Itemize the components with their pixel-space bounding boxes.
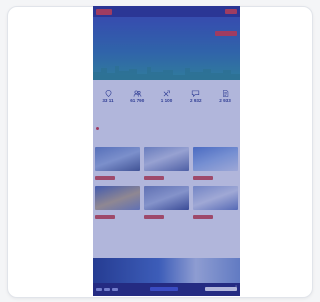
header-cta-button[interactable] (225, 9, 237, 14)
tile-photo (193, 147, 238, 171)
map-pin-icon (105, 90, 111, 97)
tile-button[interactable] (144, 176, 164, 180)
cookie-option-toggle[interactable] (112, 287, 118, 291)
hero-banner (93, 17, 240, 80)
service-tile[interactable] (95, 186, 140, 219)
speech-bubble-icon (192, 90, 200, 97)
stat-value: 1 100 (160, 98, 173, 103)
cookie-accept-button[interactable] (150, 287, 178, 291)
stats-row: 33 11 61 790 1 100 2 932 2 933 (95, 90, 238, 105)
tile-photo (95, 147, 140, 171)
stat-item: 1 100 (154, 90, 180, 105)
tile-photo (95, 186, 140, 210)
tile-button[interactable] (144, 215, 164, 219)
stat-value: 2 933 (219, 98, 231, 103)
service-tile[interactable] (193, 186, 238, 219)
service-tile[interactable] (193, 147, 238, 180)
mobile-page-preview[interactable]: 33 11 61 790 1 100 2 932 2 933 × (93, 6, 240, 296)
stat-item: 2 932 (183, 90, 209, 105)
cookie-settings-button[interactable] (205, 287, 237, 291)
stat-item: 61 790 (124, 90, 150, 105)
tile-button[interactable] (193, 176, 213, 180)
cookie-option-toggle[interactable] (96, 287, 102, 291)
hero-cta-button[interactable] (215, 31, 237, 36)
users-icon (133, 90, 142, 97)
service-tile[interactable] (144, 147, 189, 180)
stat-item: 33 11 (95, 90, 121, 105)
service-tile[interactable] (144, 186, 189, 219)
stat-value: 2 932 (190, 98, 202, 103)
tile-photo (193, 186, 238, 210)
footer-image-strip (93, 258, 240, 284)
tile-button[interactable] (95, 215, 115, 219)
cookie-consent-banner: × (93, 283, 240, 296)
tools-icon (163, 90, 170, 97)
tile-button[interactable] (193, 215, 213, 219)
tile-photo (144, 186, 189, 210)
tile-photo (144, 147, 189, 171)
service-tile[interactable] (95, 147, 140, 180)
stat-item: 2 933 (212, 90, 238, 105)
tile-button[interactable] (95, 176, 115, 180)
service-tile-grid (95, 147, 238, 219)
bullet-icon (96, 127, 99, 130)
hero-city-silhouette (93, 66, 240, 80)
stat-value: 61 790 (130, 98, 145, 103)
stat-value: 33 11 (102, 98, 114, 103)
cookie-option-toggle[interactable] (104, 287, 110, 291)
top-navigation-bar (93, 6, 240, 17)
document-icon (222, 90, 228, 97)
section-header (96, 127, 101, 130)
site-logo[interactable] (96, 8, 112, 15)
close-icon[interactable]: × (235, 285, 237, 288)
